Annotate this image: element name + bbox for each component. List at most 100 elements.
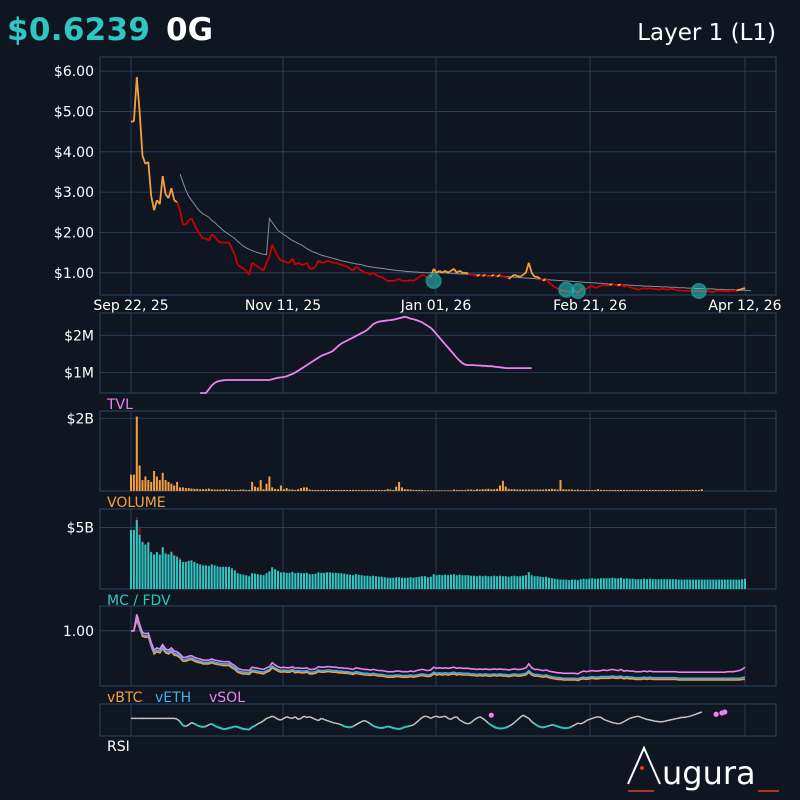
volume-bar [380,489,383,491]
x-tick-0: Sep 22, 25 [93,298,168,314]
mc-bar [712,579,715,589]
volume-bar [513,489,516,491]
mc-bar [648,578,651,589]
x-tick-1: Nov 11, 25 [245,298,321,314]
volume-bar [219,489,222,491]
mc-bar [594,578,597,589]
mc-bar [239,574,242,589]
mc-bar [576,580,579,589]
rsi-segment [672,717,676,721]
mc-bar [349,574,352,589]
mc-bar [545,576,548,589]
volume-bar [504,486,507,491]
volume-bar [184,488,187,491]
rsi-segment [306,716,310,719]
rsi-segment [695,712,700,715]
price-segment [675,288,679,292]
mc-bar [288,572,291,589]
mc-bar [193,561,196,589]
rsi-segment [511,722,515,726]
mc-bar [421,576,424,589]
augura-logo: ugura [627,745,779,792]
mc-bar [328,572,331,589]
mc-bar [550,578,553,589]
price-segment [358,268,363,272]
volume-bar [470,489,473,491]
rsi-segment [692,713,697,716]
price-segment [643,287,648,290]
rsi-segment [678,716,682,719]
volume-bar [317,489,320,491]
mc-bar [135,520,138,589]
mc-bar [438,574,441,589]
price-segment [193,224,199,231]
mc-bar [277,570,279,589]
mc-bar [732,579,735,589]
price-segment [207,234,213,241]
mc-bar [354,574,357,589]
mc-bar [369,576,372,589]
price-segment [418,274,423,278]
price-segment [606,284,610,287]
rsi-segment [193,722,198,727]
price-segment [242,268,247,272]
price-segment [623,284,628,288]
rsi-segment [225,727,230,730]
volume-bar [444,490,447,491]
rsi-segment [410,724,414,727]
rsi-segment [606,719,610,723]
rsi-segment [591,716,596,720]
mc-bar [666,579,669,589]
volume-bar [135,416,138,491]
mc-bar [340,573,343,589]
price-segment [649,287,654,290]
rsi-segment [476,716,481,719]
rsi-segment [191,721,195,725]
mc-bar [657,579,660,589]
mc-bar [631,578,634,589]
mc-bar [158,554,161,589]
rsi-segment [277,718,282,721]
mc-bar [303,573,305,589]
mc-bar [585,579,588,589]
price-segment [213,235,219,242]
volume-bar [158,480,161,491]
volume-bar [204,489,207,491]
mc-bar [352,575,354,589]
mc-bar [164,553,167,589]
mc-bar [323,572,326,589]
mc-bar [677,579,680,589]
volume-bar [282,489,285,491]
mc-bar [692,579,695,589]
mc-bar [611,577,614,589]
rsi-segment [664,719,668,723]
mc-bar [478,575,481,589]
volume-bar [438,490,441,491]
rsi-segment [487,722,492,726]
price-segment [297,261,302,266]
rsi-segment [600,716,605,721]
rsi-segment [361,719,365,723]
volume-bar [207,488,210,491]
volume-bar [360,489,363,491]
mc-bar [291,571,294,589]
mc-bar [637,579,640,589]
rsi-segment [430,716,435,720]
rsi-segment [372,724,377,728]
volume-bar [660,489,663,491]
mc-bar [389,577,392,589]
mc-bar [138,534,141,589]
volume-bar [591,489,594,491]
mc-bar [233,570,236,589]
volume-bar [150,481,153,491]
rsi-segment [418,716,423,721]
rsi-frame [99,703,777,737]
rsi-segment [646,718,651,721]
price-segment [476,273,481,277]
mc-bar [464,575,467,589]
volume-bar [144,476,147,491]
mc-bar [150,552,153,589]
mc-bar [548,577,550,589]
price-segment [147,161,153,197]
rsi-segment [612,721,616,724]
